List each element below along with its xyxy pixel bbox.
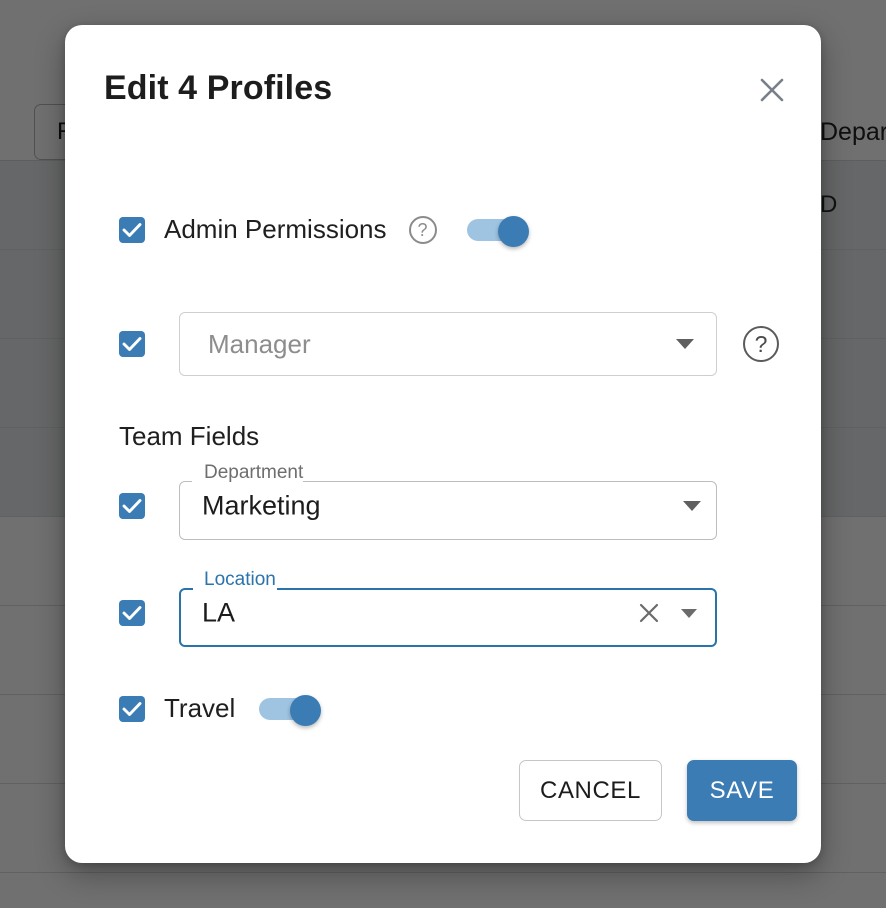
select-manager[interactable]: Manager	[179, 312, 717, 376]
app-root: R Department D Edit 4 Profiles	[0, 0, 886, 908]
select-location[interactable]: Location Location LA	[179, 569, 717, 647]
toggle-thumb	[290, 694, 322, 726]
toggle-admin-permissions[interactable]	[466, 215, 529, 247]
row-admin-permissions: Admin Permissions ?	[119, 214, 529, 247]
check-icon	[122, 337, 142, 351]
label-department: Department	[204, 462, 304, 483]
row-travel: Travel	[119, 693, 322, 726]
select-manager-adornments	[676, 339, 694, 349]
label-travel: Travel	[164, 693, 236, 723]
location-adornments	[637, 601, 697, 625]
save-button[interactable]: SAVE	[687, 760, 797, 821]
checkbox-manager[interactable]	[119, 331, 145, 357]
chevron-down-icon[interactable]	[681, 608, 697, 618]
value-location: LA	[202, 597, 236, 628]
help-icon-manager[interactable]: ?	[743, 326, 779, 362]
toggle-travel[interactable]	[259, 694, 322, 726]
chevron-down-icon[interactable]	[683, 501, 701, 511]
checkbox-department[interactable]	[119, 493, 145, 519]
cancel-button[interactable]: CANCEL	[519, 760, 662, 821]
row-manager: Manager ?	[119, 312, 779, 376]
section-title-team-fields: Team Fields	[119, 421, 260, 451]
row-location: Location Location LA	[119, 569, 717, 647]
chevron-down-icon[interactable]	[676, 339, 694, 349]
dialog-actions: CANCEL SAVE	[519, 760, 797, 821]
edit-profiles-dialog: Edit 4 Profiles Admin Permissions ? Mana…	[65, 25, 821, 863]
toggle-thumb	[497, 215, 529, 247]
select-manager-placeholder: Manager	[208, 328, 311, 359]
department-adornments	[683, 501, 701, 511]
checkbox-admin-permissions[interactable]	[119, 216, 145, 243]
check-icon	[122, 222, 142, 237]
row-department: Department Department Marketing	[119, 462, 717, 540]
dialog-title: Edit 4 Profiles	[104, 69, 333, 107]
help-icon-admin-permissions[interactable]: ?	[408, 215, 437, 244]
label-admin-permissions: Admin Permissions	[164, 214, 387, 244]
close-icon[interactable]	[752, 70, 792, 110]
label-location: Location	[204, 569, 276, 590]
check-icon	[122, 606, 142, 620]
clear-icon[interactable]	[637, 601, 661, 625]
check-icon	[122, 701, 142, 716]
checkbox-travel[interactable]	[119, 695, 145, 722]
checkbox-location[interactable]	[119, 600, 145, 626]
select-department[interactable]: Department Department Marketing	[179, 462, 717, 540]
check-icon	[122, 499, 142, 513]
value-department: Marketing	[202, 490, 321, 521]
close-x-glyph	[760, 78, 784, 102]
